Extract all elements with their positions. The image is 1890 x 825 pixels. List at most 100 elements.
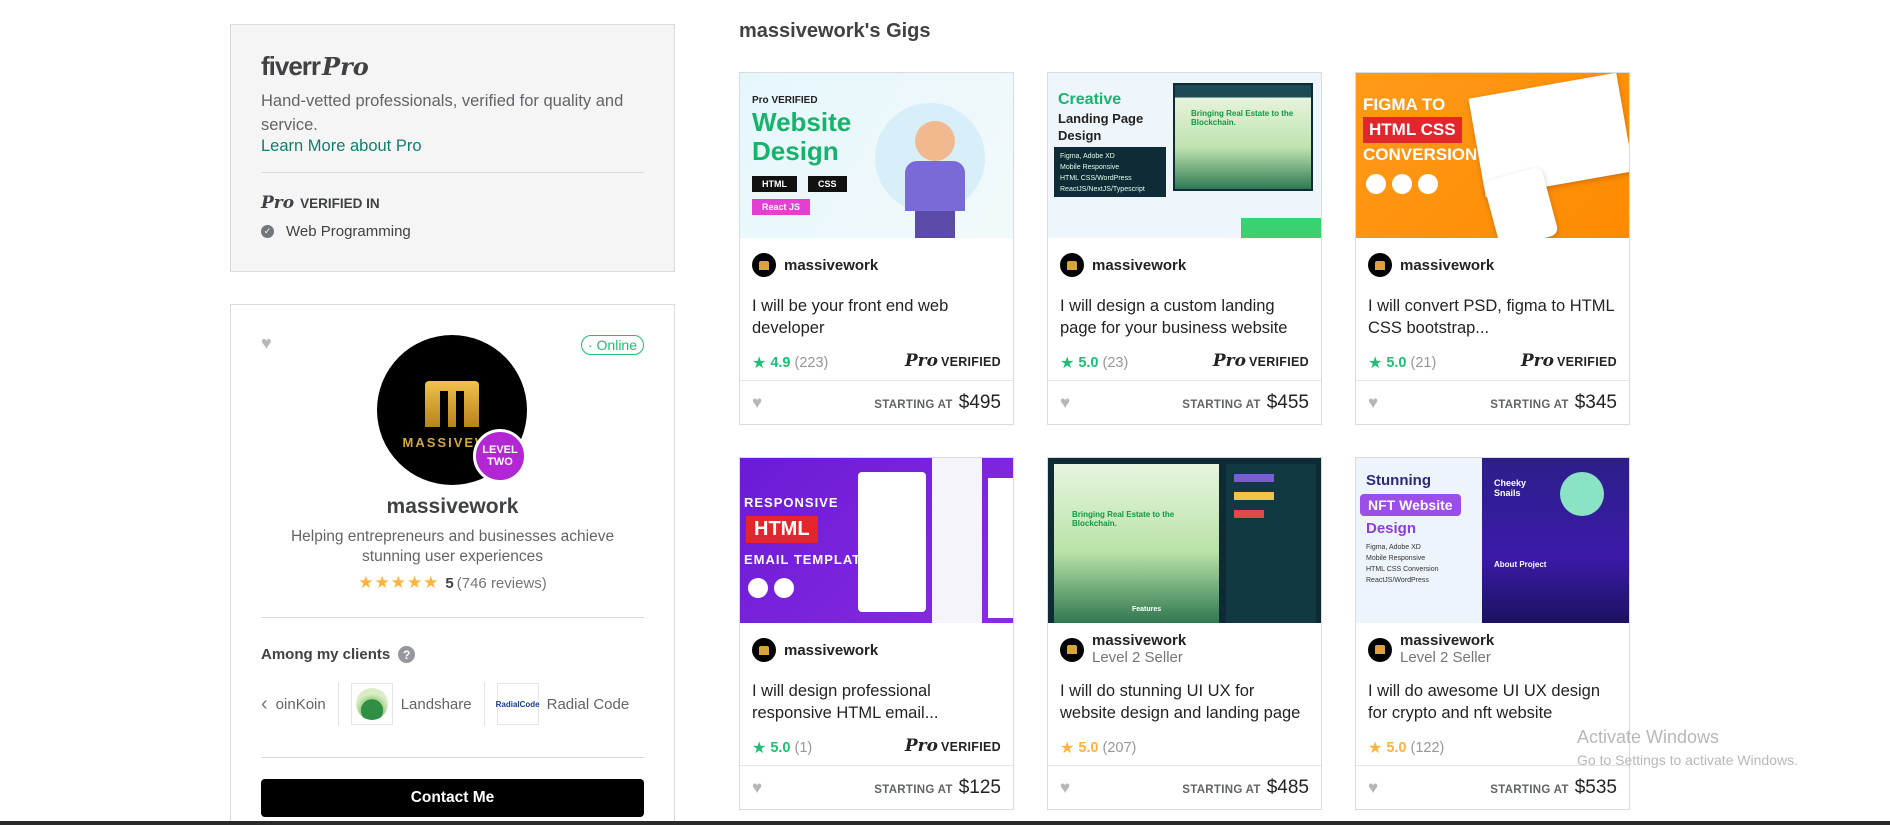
gig-price[interactable]: STARTING AT $535 [1490,777,1617,799]
contact-me-button[interactable]: Contact Me [261,779,644,817]
gig-rating-value: 5.0 [1386,355,1407,371]
gig-card[interactable]: Bringing Real Estate to the Blockchain. … [1047,457,1322,810]
star-icon: ★ [1060,355,1075,372]
seller-avatar[interactable]: MASSIVEWO LEVEL TWO [377,335,527,485]
fiverr-pro-logo: fiverr Pro [261,51,644,81]
gig-seller[interactable]: massivework [752,253,878,277]
rating-value: 5 [445,574,454,592]
seller-avatar-icon [1368,253,1392,277]
verified-category: ✓ Web Programming [261,223,644,240]
pro-verified-badge: Pro VERIFIED [904,351,1001,371]
online-badge: · Online [580,335,644,355]
feature-list: Figma, Adobe XD Mobile Responsive HTML C… [1054,147,1166,197]
price-amount: $535 [1574,776,1617,798]
gig-title[interactable]: I will design professional responsive HT… [752,680,1001,724]
pro-verified-badge: Pro VERIFIED [904,736,1001,756]
star-icon: ★ [1368,355,1383,372]
gig-rating: ★ 5.0 (23) [1060,353,1128,373]
check-circle-icon: ✓ [261,225,274,238]
heart-icon[interactable]: ♥ [261,333,272,354]
gig-title[interactable]: I will design a custom landing page for … [1060,295,1309,339]
dashboard-preview [1226,464,1316,623]
chevron-left-icon[interactable]: ‹ [261,693,268,716]
fiverr-wordmark: fiverr [261,51,321,81]
landshare-logo [350,683,393,725]
gig-seller[interactable]: massivework [752,638,878,662]
price-label: STARTING AT [1490,398,1569,411]
gig-thumbnail[interactable]: Pro VERIFIED Website Design HTML CSS Rea… [740,73,1013,238]
tool-icons [1366,174,1438,194]
figma-icon [1366,174,1386,194]
price-amount: $455 [1266,391,1309,413]
price-label: STARTING AT [1182,783,1261,796]
price-amount: $345 [1574,391,1617,413]
gig-price[interactable]: STARTING AT $495 [874,392,1001,414]
gig-title[interactable]: I will do stunning UI UX for website des… [1060,680,1309,724]
gig-card[interactable]: Creative Landing Page Design Figma, Adob… [1047,72,1322,425]
review-count[interactable]: (746 reviews) [457,575,547,592]
seller-tagline: Helping entrepreneurs and businesses ach… [290,528,615,565]
gig-seller[interactable]: massivework Level 2 Seller [1060,632,1186,667]
gig-seller[interactable]: massivework [1368,253,1494,277]
gig-seller[interactable]: massivework Level 2 Seller [1368,632,1494,667]
verified-in-label: VERIFIED IN [300,195,380,211]
html5-icon [1418,174,1438,194]
gig-title[interactable]: I will be your front end web developer [752,295,1001,339]
gig-card[interactable]: FIGMA TO HTML CSS CONVERSION massivework… [1355,72,1630,425]
gig-seller-name: massivework [1400,632,1495,649]
pro-info-card: fiverr Pro Hand-vetted professionals, ve… [230,24,675,272]
help-icon[interactable]: ? [398,646,416,663]
gig-seller-name: massivework [784,641,879,659]
massivework-logo-icon [425,380,479,427]
gig-review-count: (122) [1410,740,1445,756]
seller-name[interactable]: massivework [231,495,674,519]
gig-card[interactable]: Pro VERIFIED Website Design HTML CSS Rea… [739,72,1014,425]
gig-footer: ♥ STARTING AT $535 [1356,765,1629,809]
gig-title[interactable]: I will do awesome UI UX design for crypt… [1368,680,1617,724]
gig-seller-name: massivework [1092,256,1187,274]
star-icon: ★ [1060,740,1075,757]
gig-rating: ★ 5.0 (122) [1368,738,1444,758]
seller-avatar-icon [1368,637,1392,662]
character-head-icon [915,121,955,161]
client-name: Landshare [400,695,472,713]
heart-icon[interactable]: ♥ [752,778,762,798]
gig-seller[interactable]: massivework [1060,253,1186,277]
divider [261,172,644,173]
gig-footer: ♥ STARTING AT $495 [740,380,1013,424]
gig-price[interactable]: STARTING AT $125 [874,777,1001,799]
gig-price[interactable]: STARTING AT $455 [1182,392,1309,414]
learn-more-pro-link[interactable]: Learn More about Pro [261,137,644,156]
website-preview: Bringing Real Estate to the Blockchain. … [1054,464,1219,623]
gig-price[interactable]: STARTING AT $345 [1490,392,1617,414]
gig-seller-level: Level 2 Seller [1400,649,1491,666]
heart-icon[interactable]: ♥ [1060,778,1070,798]
gig-card[interactable]: RESPONSIVE HTML EMAIL TEMPLATES massivew… [739,457,1014,810]
windows-activation-watermark: Activate Windows Go to Settings to activ… [1577,727,1798,768]
gig-thumbnail[interactable]: Bringing Real Estate to the Blockchain. … [1048,458,1321,623]
heart-icon[interactable]: ♥ [1060,393,1070,413]
price-label: STARTING AT [1182,398,1261,411]
price-label: STARTING AT [1490,783,1569,796]
gig-title[interactable]: I will convert PSD, figma to HTML CSS bo… [1368,295,1617,339]
watermark-subtitle: Go to Settings to activate Windows. [1577,752,1798,768]
gig-review-count: (207) [1102,740,1137,756]
heart-icon[interactable]: ♥ [752,393,762,413]
heart-icon[interactable]: ♥ [1368,393,1378,413]
heart-icon[interactable]: ♥ [1368,778,1378,798]
xd-icon [1392,174,1412,194]
star-icon: ★ [752,740,767,757]
email-mockup [858,472,926,612]
gig-price[interactable]: STARTING AT $485 [1182,777,1309,799]
price-amount: $485 [1266,776,1309,798]
clients-carousel: ‹ oinKoin Landshare RadialCode Radial Co… [261,681,654,727]
gig-thumbnail[interactable]: Stunning NFT Website Design Figma, Adobe… [1356,458,1629,623]
email-mockup [988,478,1013,618]
gig-thumbnail[interactable]: RESPONSIVE HTML EMAIL TEMPLATES [740,458,1013,623]
gig-thumbnail[interactable]: Creative Landing Page Design Figma, Adob… [1048,73,1321,238]
taskbar-edge [0,821,1890,825]
seller-avatar-icon [1060,637,1084,662]
gig-footer: ♥ STARTING AT $345 [1356,380,1629,424]
gig-review-count: (21) [1410,355,1437,371]
gig-thumbnail[interactable]: FIGMA TO HTML CSS CONVERSION [1356,73,1629,238]
